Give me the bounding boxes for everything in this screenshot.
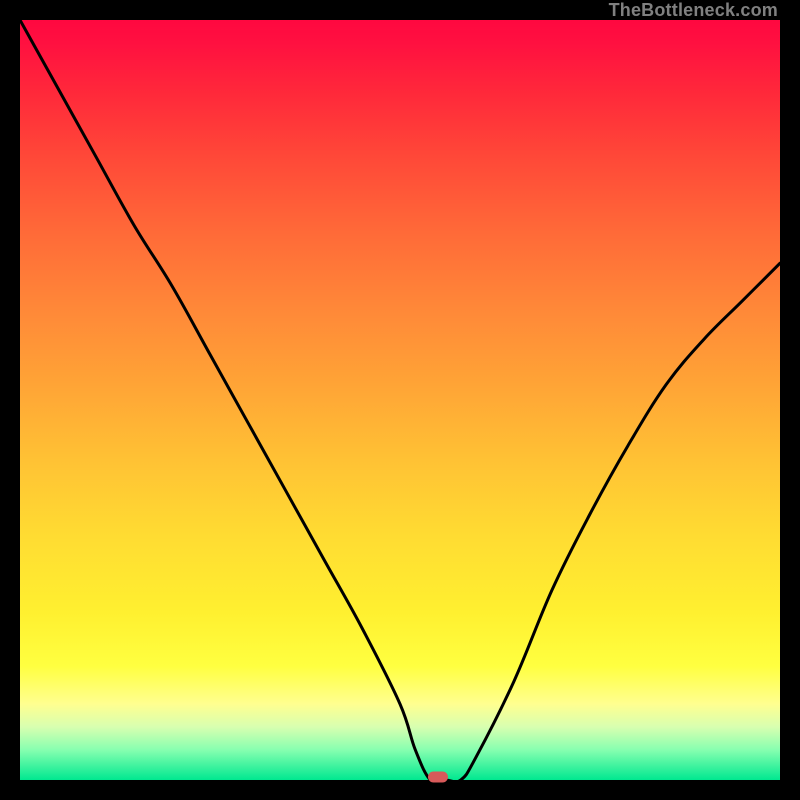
plot-area — [20, 20, 780, 780]
minimum-marker — [428, 772, 448, 783]
chart-frame: TheBottleneck.com — [0, 0, 800, 800]
curve-svg — [20, 20, 780, 780]
watermark-text: TheBottleneck.com — [609, 0, 778, 21]
bottleneck-curve — [20, 20, 780, 780]
